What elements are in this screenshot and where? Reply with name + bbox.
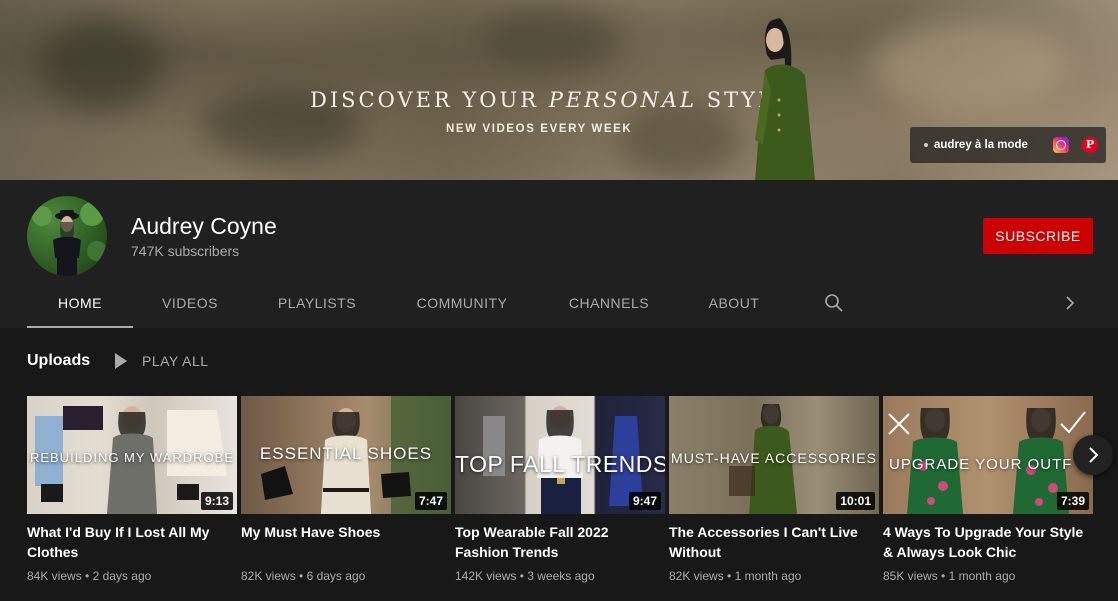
video-meta: 82K views • 6 days ago bbox=[241, 569, 366, 583]
banner-headline: DISCOVER YOUR PERSONAL STYLE bbox=[310, 88, 790, 112]
video-thumbnail[interactable]: MUST-HAVE ACCESSORIES 10:01 bbox=[669, 396, 879, 514]
tab-about[interactable]: ABOUT bbox=[697, 280, 771, 328]
thumbnail-caption: REBUILDING MY WARDROBE bbox=[29, 450, 235, 465]
play-icon bbox=[115, 353, 127, 369]
subscribe-button[interactable]: SUBSCRIBE bbox=[983, 218, 1093, 254]
video-duration: 7:39 bbox=[1056, 492, 1089, 510]
video-meta: 82K views • 1 month ago bbox=[669, 569, 802, 583]
video-title[interactable]: My Must Have Shoes bbox=[241, 522, 451, 562]
chevron-right-icon[interactable] bbox=[1061, 294, 1079, 312]
banner-links-bar[interactable]: audrey à la mode P bbox=[910, 127, 1106, 163]
uploads-heading[interactable]: Uploads bbox=[27, 352, 90, 370]
video-duration: 9:13 bbox=[200, 492, 233, 510]
video-age: 6 days ago bbox=[306, 569, 366, 583]
search-icon[interactable] bbox=[824, 293, 844, 313]
thumbnail-caption: TOP FALL TRENDS bbox=[455, 451, 665, 477]
channel-header: Audrey Coyne 747K subscribers SUBSCRIBE … bbox=[0, 180, 1118, 328]
video-meta: 84K views • 2 days ago bbox=[27, 569, 152, 583]
video-age: 1 month ago bbox=[948, 569, 1016, 583]
banner-headline-part1: DISCOVER YOUR bbox=[310, 88, 549, 112]
banner-headline-italic: PERSONAL bbox=[548, 88, 698, 112]
banner-woman-figure bbox=[755, 18, 815, 180]
video-thumbnail[interactable]: REBUILDING MY WARDROBE 9:13 bbox=[27, 396, 237, 514]
tab-playlists[interactable]: PLAYLISTS bbox=[263, 280, 371, 328]
channel-banner: DISCOVER YOUR PERSONAL STYLE NEW VIDEOS … bbox=[0, 0, 1118, 180]
banner-link-label[interactable]: audrey à la mode bbox=[934, 139, 1028, 151]
channel-name[interactable]: Audrey Coyne bbox=[131, 213, 277, 240]
thumbnail-caption: ESSENTIAL SHOES bbox=[259, 444, 433, 463]
channel-tabs: HOME VIDEOS PLAYLISTS COMMUNITY CHANNELS… bbox=[27, 280, 1107, 328]
avatar-figure bbox=[32, 202, 107, 276]
banner-subtitle: NEW VIDEOS EVERY WEEK bbox=[446, 123, 633, 135]
link-favicon-icon bbox=[924, 143, 928, 147]
tab-community[interactable]: COMMUNITY bbox=[407, 280, 517, 328]
video-meta: 85K views • 1 month ago bbox=[883, 569, 1016, 583]
video-card[interactable]: MUST-HAVE ACCESSORIES 10:01 The Accessor… bbox=[669, 396, 879, 583]
video-views: 142K views bbox=[455, 569, 517, 583]
subscriber-count: 747K subscribers bbox=[131, 243, 240, 259]
video-thumbnail[interactable]: UPGRADE YOUR OUTF 7:39 bbox=[883, 396, 1093, 514]
thumbnail-caption: UPGRADE YOUR OUTF bbox=[889, 456, 1073, 473]
chevron-right-icon bbox=[1089, 447, 1099, 463]
video-age: 3 weeks ago bbox=[527, 569, 595, 583]
video-duration: 9:47 bbox=[628, 492, 661, 510]
video-meta: 142K views • 3 weeks ago bbox=[455, 569, 595, 583]
instagram-icon[interactable] bbox=[1053, 137, 1069, 153]
video-duration: 10:01 bbox=[836, 492, 875, 510]
video-views: 82K views bbox=[669, 569, 724, 583]
video-title[interactable]: What I'd Buy If I Lost All My Clothes bbox=[27, 522, 237, 562]
tab-videos[interactable]: VIDEOS bbox=[139, 280, 241, 328]
video-title[interactable]: Top Wearable Fall 2022 Fashion Trends bbox=[455, 522, 665, 562]
tab-channels[interactable]: CHANNELS bbox=[557, 280, 661, 328]
video-card[interactable]: TOP FALL TRENDS 9:47 Top Wearable Fall 2… bbox=[455, 396, 665, 583]
play-all-button[interactable]: PLAY ALL bbox=[115, 353, 209, 369]
video-title[interactable]: 4 Ways To Upgrade Your Style & Always Lo… bbox=[883, 522, 1093, 562]
pinterest-icon[interactable]: P bbox=[1082, 137, 1098, 153]
channel-avatar[interactable] bbox=[27, 196, 107, 276]
video-age: 1 month ago bbox=[734, 569, 802, 583]
video-age: 2 days ago bbox=[92, 569, 152, 583]
carousel-next-button[interactable] bbox=[1073, 435, 1113, 475]
video-views: 82K views bbox=[241, 569, 296, 583]
video-views: 84K views bbox=[27, 569, 82, 583]
video-thumbnail[interactable]: TOP FALL TRENDS 9:47 bbox=[455, 396, 665, 514]
play-all-label: PLAY ALL bbox=[142, 353, 209, 369]
video-thumbnail[interactable]: ESSENTIAL SHOES 7:47 bbox=[241, 396, 451, 514]
video-duration: 7:47 bbox=[414, 492, 447, 510]
video-views: 85K views bbox=[883, 569, 938, 583]
thumbnail-caption: MUST-HAVE ACCESSORIES bbox=[671, 450, 877, 466]
tab-home[interactable]: HOME bbox=[27, 280, 133, 328]
video-card[interactable]: UPGRADE YOUR OUTF 7:39 4 Ways To Upgrade… bbox=[883, 396, 1093, 583]
video-card[interactable]: ESSENTIAL SHOES 7:47 My Must Have Shoes … bbox=[241, 396, 451, 583]
video-card[interactable]: REBUILDING MY WARDROBE 9:13 What I'd Buy… bbox=[27, 396, 237, 583]
video-title[interactable]: The Accessories I Can't Live Without bbox=[669, 522, 879, 562]
